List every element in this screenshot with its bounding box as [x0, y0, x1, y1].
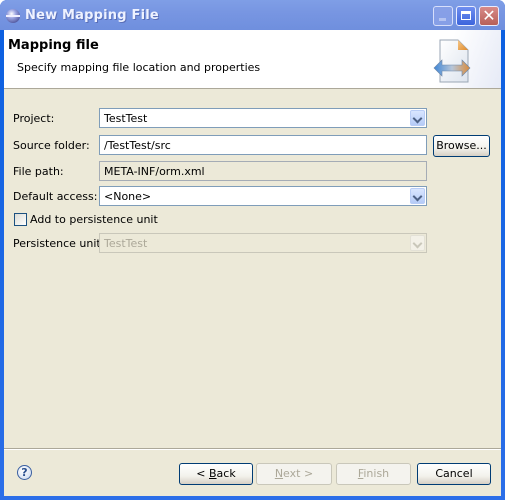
persistence-unit-value: TestTest — [104, 237, 148, 250]
file-path-field: META-INF/orm.xml — [99, 161, 427, 181]
chevron-down-icon[interactable] — [410, 110, 425, 126]
browse-button[interactable]: Browse... — [433, 135, 490, 157]
mapping-file-wizard-icon — [433, 39, 471, 83]
file-path-value: META-INF/orm.xml — [104, 165, 205, 178]
next-mnemonic: N — [274, 467, 284, 480]
dialog-window: New Mapping File ✕ Mapping file Specify … — [0, 0, 505, 500]
next-rest: ext > — [283, 467, 314, 480]
back-mnemonic: B — [209, 467, 217, 480]
title-bar[interactable]: New Mapping File ✕ — [0, 0, 505, 30]
chevron-down-icon[interactable] — [410, 188, 425, 204]
window-title: New Mapping File — [25, 8, 159, 23]
eclipse-icon — [6, 9, 20, 23]
chevron-down-icon — [410, 235, 425, 251]
source-folder-value: /TestTest/src — [104, 139, 171, 152]
dialog-body: Mapping file Specify mapping file locati… — [4, 30, 501, 496]
default-access-value: <None> — [104, 190, 152, 203]
persistence-unit-combo: TestTest — [99, 233, 427, 253]
footer-separator — [4, 448, 501, 450]
source-folder-label: Source folder: — [13, 139, 90, 152]
default-access-label: Default access: — [13, 190, 98, 203]
project-label: Project: — [13, 112, 55, 125]
source-folder-input[interactable]: /TestTest/src — [99, 135, 427, 155]
minimize-button[interactable] — [433, 6, 453, 26]
cancel-button[interactable]: Cancel — [417, 463, 491, 485]
add-to-persistence-checkbox[interactable] — [14, 213, 27, 226]
page-description: Specify mapping file location and proper… — [17, 61, 261, 74]
file-path-label: File path: — [13, 165, 64, 178]
add-to-persistence-label[interactable]: Add to persistence unit — [30, 213, 158, 226]
back-prefix: < — [196, 467, 209, 480]
project-combo[interactable]: TestTest — [99, 108, 427, 128]
page-title: Mapping file — [8, 38, 99, 53]
close-icon: ✕ — [482, 6, 496, 25]
back-rest: ack — [216, 467, 236, 480]
maximize-button[interactable] — [456, 6, 476, 26]
finish-button: Finish — [336, 463, 411, 485]
next-button: Next > — [256, 463, 332, 485]
persistence-unit-label: Persistence unit: — [13, 237, 105, 250]
finish-rest: inish — [363, 467, 390, 480]
back-button[interactable]: < Back — [179, 463, 253, 485]
help-icon[interactable]: ? — [17, 465, 32, 480]
project-value: TestTest — [104, 112, 148, 125]
default-access-combo[interactable]: <None> — [99, 186, 427, 206]
close-button[interactable]: ✕ — [479, 6, 499, 26]
wizard-header: Mapping file Specify mapping file locati… — [4, 30, 501, 89]
